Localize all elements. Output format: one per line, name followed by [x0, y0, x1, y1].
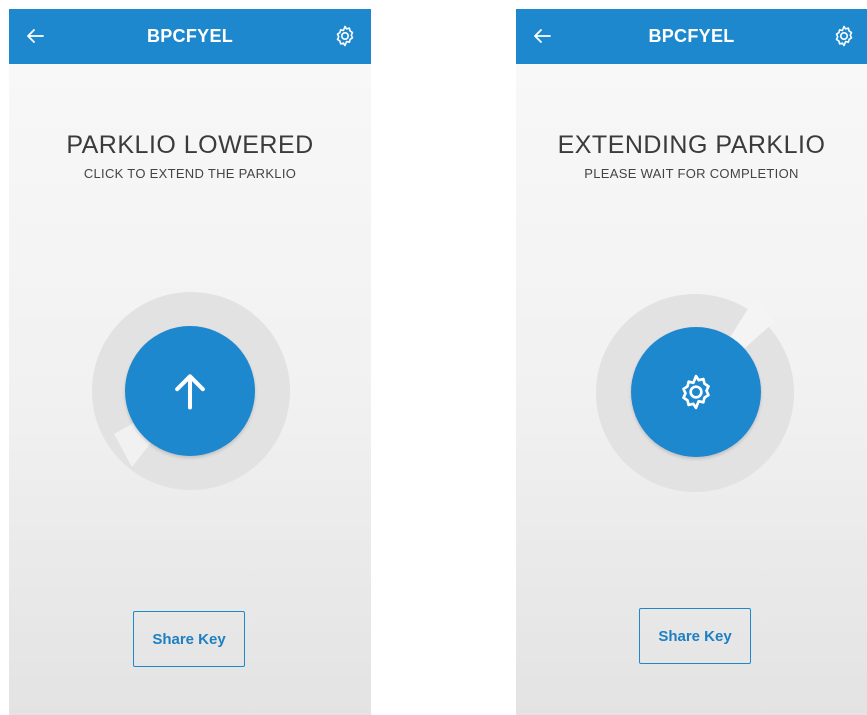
share-key-button[interactable]: Share Key: [133, 611, 245, 667]
extending-status-button: [631, 327, 761, 457]
settings-gear-icon[interactable]: [832, 24, 856, 48]
device-title: BPCFYEL: [146, 26, 234, 46]
phone-screen-lowered: BPCFYEL PARKLIO LOWERED CLICK TO EXTEND …: [9, 9, 371, 715]
settings-gear-icon[interactable]: [333, 24, 357, 48]
extend-button[interactable]: [125, 326, 255, 456]
device-title: BPCFYEL: [648, 26, 735, 46]
arrow-up-icon: [175, 374, 205, 410]
share-key-button[interactable]: Share Key: [639, 608, 751, 664]
status-subline: PLEASE WAIT FOR COMPLETION: [584, 166, 799, 181]
gear-icon: [682, 374, 710, 410]
phone-screen-extending: BPCFYEL EXTENDING PARKLIO PLEASE WAIT FO…: [516, 9, 867, 715]
app-bar: BPCFYEL: [516, 9, 867, 64]
status-headline: PARKLIO LOWERED: [66, 131, 314, 159]
app-bar: BPCFYEL: [9, 9, 371, 64]
status-headline: EXTENDING PARKLIO: [557, 131, 826, 159]
status-subline: CLICK TO EXTEND THE PARKLIO: [83, 166, 297, 181]
